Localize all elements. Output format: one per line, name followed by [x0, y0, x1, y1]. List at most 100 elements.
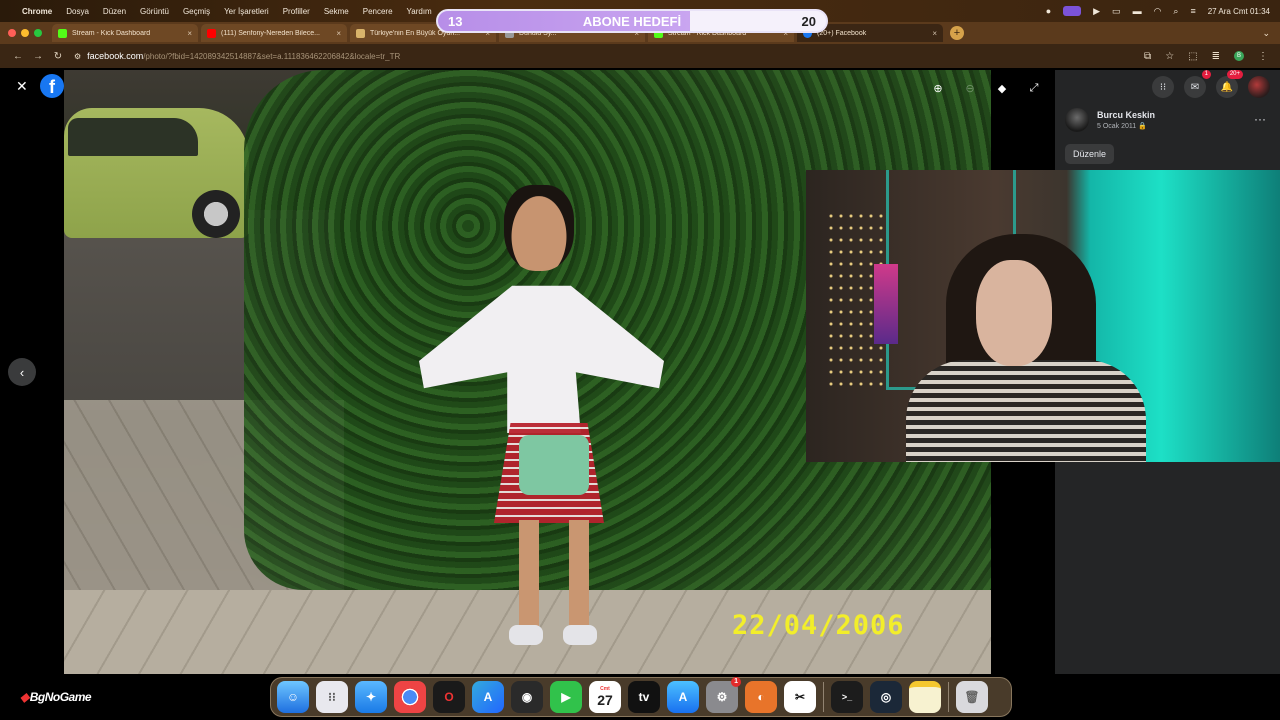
notifications-badge: 20+ — [1226, 70, 1243, 79]
menu-yer-isaretleri[interactable]: Yer İşaretleri — [224, 7, 269, 16]
close-icon[interactable]: ✕ — [16, 78, 28, 95]
menu-duzen[interactable]: Düzen — [103, 7, 126, 16]
brand-logo-text: BgNoGame — [29, 690, 92, 704]
display-icon[interactable]: ▭ — [1112, 6, 1121, 17]
app-store-icon[interactable]: A — [472, 681, 504, 713]
battery-icon[interactable]: ▬ — [1133, 6, 1142, 16]
obs-icon[interactable]: ◉ — [511, 681, 543, 713]
menu-goruntu[interactable]: Görüntü — [140, 7, 169, 16]
menu-dosya[interactable]: Dosya — [66, 7, 89, 16]
apps-menu-icon[interactable]: ⁝⁝ — [1152, 76, 1174, 98]
monitor-shape — [874, 264, 898, 344]
close-tab-icon[interactable]: × — [932, 29, 937, 38]
bookmark-star-icon[interactable]: ☆ — [1165, 51, 1174, 62]
apple-tv-icon[interactable]: tv — [628, 681, 660, 713]
chrome-icon[interactable] — [394, 681, 426, 713]
url-field[interactable]: ⚙ facebook.com/photo/?fbid=1420893425148… — [74, 51, 1144, 61]
safari-icon[interactable]: ✦ — [355, 681, 387, 713]
tab-title: Stream - Kick Dashboard — [72, 29, 151, 37]
settings-badge: 1 — [731, 677, 741, 687]
menu-sekme[interactable]: Sekme — [324, 7, 349, 16]
toolbar-actions: ⧉ ☆ ⬚ ≣ B ⋮ — [1144, 51, 1268, 62]
system-settings-icon[interactable]: ⚙ 1 — [706, 677, 741, 713]
forward-icon[interactable]: → — [28, 51, 48, 62]
author-avatar[interactable] — [1065, 108, 1089, 132]
tab-youtube[interactable]: (111) Senfony-Nereden Bilece... × — [201, 24, 347, 42]
tab-groups-icon[interactable]: ≣ — [1212, 51, 1220, 62]
privacy-lock-icon[interactable]: 🔒 — [1138, 123, 1147, 130]
calendar-day: 27 — [597, 692, 613, 708]
menu-yardim[interactable]: Yardım — [407, 7, 432, 16]
notes-icon[interactable] — [909, 681, 941, 713]
author-name[interactable]: Burcu Keskin — [1097, 110, 1155, 120]
finder-icon[interactable]: ☺ — [277, 681, 309, 713]
macos-dock: ☺ ⁝⁝ ✦ O A ◉ ▶ Cmt 27 tv A ⚙ 1 ◐ ✂ >_ ◎ 🗑 — [270, 677, 1012, 717]
tab-kick-dashboard[interactable]: Stream - Kick Dashboard × — [52, 24, 198, 42]
tag-icon[interactable]: ◆ — [995, 82, 1009, 95]
facetime-icon[interactable]: ▶ — [550, 681, 582, 713]
menu-app-chrome[interactable]: Chrome — [22, 7, 52, 16]
reload-icon[interactable]: ↻ — [48, 51, 68, 62]
url-path: /photo/?fbid=142089342514887&set=a.11183… — [143, 52, 401, 61]
fullscreen-icon[interactable]: ⤢ — [1027, 82, 1041, 95]
window-controls — [8, 29, 42, 37]
account-avatar[interactable] — [1248, 76, 1270, 98]
extensions-icon[interactable]: ⬚ — [1188, 51, 1197, 62]
terminal-icon[interactable]: >_ — [831, 681, 863, 713]
viewer-toolbar: ⊕ ⊖ ◆ ⤢ — [931, 82, 1041, 95]
opera-gx-icon[interactable]: O — [433, 681, 465, 713]
post-date: 5 Ocak 2011 🔒 — [1097, 122, 1155, 130]
car-shape — [64, 108, 249, 238]
app-store-2-icon[interactable]: A — [667, 681, 699, 713]
youtube-icon — [207, 28, 216, 38]
minimize-window-button[interactable] — [21, 29, 29, 37]
cast-icon[interactable]: ⧉ — [1144, 51, 1151, 62]
calendar-icon[interactable]: Cmt 27 — [589, 681, 621, 713]
zoom-in-icon[interactable]: ⊕ — [931, 82, 945, 95]
menubar-status-area: ● ▶ ▭ ▬ ◠ ⌕ ≡ 27 Ara Cmt 01:34 — [1046, 0, 1270, 22]
zoom-window-button[interactable] — [34, 29, 42, 37]
play-icon[interactable]: ▶ — [1093, 6, 1100, 17]
menu-gecmis[interactable]: Geçmiş — [183, 7, 210, 16]
menu-pencere[interactable]: Pencere — [363, 7, 393, 16]
previous-photo-button[interactable]: ‹ — [8, 358, 36, 386]
notifications-bell-icon[interactable]: 🔔 20+ — [1216, 70, 1243, 98]
search-icon[interactable]: ⌕ — [1173, 6, 1178, 17]
site-icon — [356, 28, 365, 38]
tab-search-icon[interactable]: ⌄ — [1262, 28, 1270, 39]
more-options-icon[interactable]: ··· — [1254, 112, 1266, 126]
kick-icon — [58, 28, 67, 38]
facebook-logo[interactable]: f — [40, 74, 64, 98]
messenger-icon[interactable]: ✉ 1 — [1184, 70, 1211, 98]
fb-top-actions: ⁝⁝ ✉ 1 🔔 20+ — [1152, 70, 1270, 98]
menu-profiller[interactable]: Profiller — [283, 7, 310, 16]
launchpad-icon[interactable]: ⁝⁝ — [316, 681, 348, 713]
trash-icon[interactable]: 🗑 — [956, 681, 988, 713]
close-window-button[interactable] — [8, 29, 16, 37]
goal-title: ABONE HEDEFİ — [582, 14, 682, 29]
close-tab-icon[interactable]: × — [336, 29, 341, 38]
url-host: facebook.com — [87, 51, 144, 61]
subscriber-goal-overlay: 13 ABONE HEDEFİ 20 — [436, 9, 828, 33]
edit-button[interactable]: Düzenle — [1065, 144, 1115, 164]
goal-current: 13 — [448, 13, 463, 29]
control-center-icon[interactable]: ≡ — [1190, 6, 1195, 16]
goal-target: 20 — [801, 13, 816, 29]
site-info-icon[interactable]: ⚙ — [74, 52, 81, 61]
post-date-text[interactable]: 5 Ocak 2011 — [1097, 123, 1136, 130]
menubar-clock[interactable]: 27 Ara Cmt 01:34 — [1208, 7, 1270, 16]
close-tab-icon[interactable]: × — [187, 29, 192, 38]
new-tab-button[interactable]: + — [950, 26, 964, 40]
girl-figure — [399, 185, 669, 665]
profile-avatar[interactable]: B — [1234, 51, 1244, 61]
wifi-icon[interactable]: ◠ — [1154, 6, 1162, 17]
capcut-icon[interactable]: ✂ — [784, 681, 816, 713]
back-icon[interactable]: ← — [8, 51, 28, 62]
steam-icon[interactable]: ◎ — [870, 681, 902, 713]
address-bar: ← → ↻ ⚙ facebook.com/photo/?fbid=1420893… — [0, 44, 1280, 68]
zoom-out-icon[interactable]: ⊖ — [963, 82, 977, 95]
discord-icon[interactable] — [1063, 6, 1082, 16]
stream-status-icon[interactable]: ● — [1046, 6, 1051, 16]
chrome-menu-icon[interactable]: ⋮ — [1258, 51, 1268, 62]
onyx-icon[interactable]: ◐ — [745, 681, 777, 713]
